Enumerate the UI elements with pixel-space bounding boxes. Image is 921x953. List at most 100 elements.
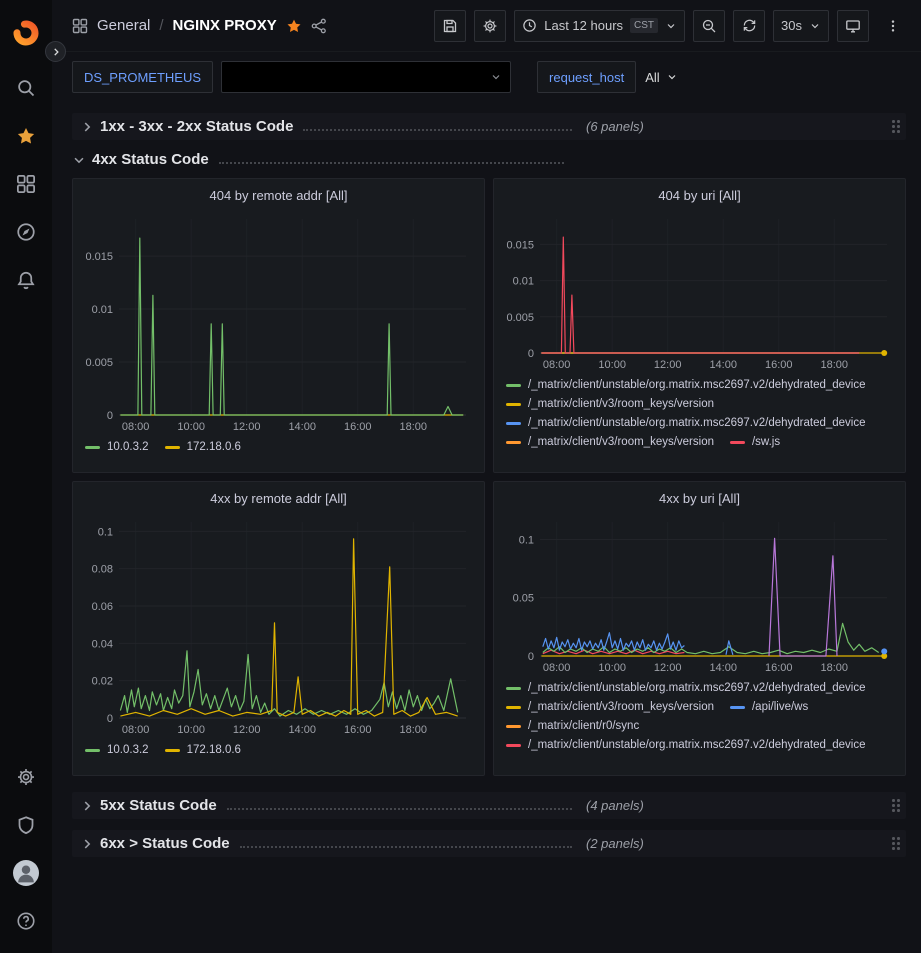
- row-6xx[interactable]: 6xx > Status Code (2 panels): [72, 830, 906, 857]
- svg-text:10:00: 10:00: [598, 662, 626, 674]
- sidebar-item-dashboards[interactable]: [6, 164, 46, 204]
- legend-label: /_matrix/client/v3/room_keys/version: [528, 436, 714, 448]
- legend-item[interactable]: /_matrix/client/unstable/org.matrix.msc2…: [506, 417, 866, 429]
- panel-4xx-by-remote-addr: 4xx by remote addr [All] 08:0010:0012:00…: [72, 481, 485, 776]
- legend-item[interactable]: 10.0.3.2: [85, 441, 149, 453]
- refresh-icon: [742, 18, 757, 33]
- row-lead: 4xx Status Code: [72, 151, 564, 168]
- panel-title[interactable]: 404 by uri [All]: [494, 179, 905, 211]
- more-options-button[interactable]: [877, 10, 909, 42]
- svg-text:16:00: 16:00: [765, 359, 793, 371]
- datasource-variable-label[interactable]: DS_PROMETHEUS: [72, 61, 213, 93]
- svg-text:10:00: 10:00: [177, 724, 205, 736]
- panel-body: 08:0010:0012:0014:0016:0018:0000.020.040…: [73, 514, 484, 775]
- legend-item[interactable]: /_matrix/client/v3/room_keys/version: [506, 701, 714, 713]
- grafana-logo-icon: [11, 17, 41, 47]
- chevron-down-icon: [490, 71, 502, 83]
- legend-item[interactable]: /_matrix/client/v3/room_keys/version: [506, 398, 714, 410]
- panel-404-by-remote-addr: 404 by remote addr [All] 08:0010:0012:00…: [72, 178, 485, 473]
- panel-title[interactable]: 4xx by remote addr [All]: [73, 482, 484, 514]
- datasource-variable-select[interactable]: [221, 61, 511, 93]
- zoom-out-time-button[interactable]: [693, 10, 725, 42]
- panel-title[interactable]: 4xx by uri [All]: [494, 482, 905, 514]
- share-icon: [311, 18, 327, 34]
- legend-swatch: [165, 749, 180, 752]
- sidebar-item-starred[interactable]: [6, 116, 46, 156]
- chevron-down-icon: [809, 20, 821, 32]
- sidebar-item-configuration[interactable]: [6, 757, 46, 797]
- row-panel-count: (6 panels): [586, 119, 644, 134]
- refresh-button[interactable]: [733, 10, 765, 42]
- legend-label: /_matrix/client/unstable/org.matrix.msc2…: [528, 417, 866, 429]
- sidebar-item-alerting[interactable]: [6, 260, 46, 300]
- legend-item[interactable]: /_matrix/client/unstable/org.matrix.msc2…: [506, 682, 866, 694]
- legend-item[interactable]: /api/live/ws: [730, 701, 808, 713]
- tv-cycle-view-button[interactable]: [837, 10, 869, 42]
- panel-title[interactable]: 404 by remote addr [All]: [73, 179, 484, 211]
- favorite-star-button[interactable]: [286, 18, 302, 34]
- time-series-chart[interactable]: 08:0010:0012:0014:0016:0018:0000.020.040…: [81, 514, 476, 736]
- request-host-label[interactable]: request_host: [537, 61, 636, 93]
- save-floppy-icon: [442, 18, 458, 34]
- svg-text:14:00: 14:00: [709, 662, 737, 674]
- breadcrumb-folder[interactable]: General: [97, 17, 150, 34]
- legend-item[interactable]: /sw.js: [730, 436, 780, 448]
- row-5xx[interactable]: 5xx Status Code (4 panels): [72, 792, 906, 819]
- row-dotted-filler: [303, 129, 572, 131]
- time-range-picker[interactable]: Last 12 hours CST: [514, 10, 685, 42]
- chart-legend: /_matrix/client/unstable/org.matrix.msc2…: [502, 674, 897, 755]
- help-question-icon: [16, 911, 36, 931]
- row-drag-handle[interactable]: [892, 799, 900, 813]
- sidebar: [0, 0, 52, 953]
- legend-item[interactable]: 172.18.0.6: [165, 744, 241, 756]
- legend-swatch: [506, 706, 521, 709]
- svg-text:0.005: 0.005: [85, 357, 113, 369]
- legend-swatch: [506, 441, 521, 444]
- legend-item[interactable]: /_matrix/client/r0/sync: [506, 720, 639, 732]
- svg-text:0: 0: [107, 713, 113, 725]
- time-series-chart[interactable]: 08:0010:0012:0014:0016:0018:0000.050.1: [502, 514, 897, 674]
- legend-item[interactable]: /_matrix/client/unstable/org.matrix.msc2…: [506, 379, 866, 391]
- menu-expand-button[interactable]: [45, 41, 66, 62]
- share-dashboard-button[interactable]: [311, 18, 327, 34]
- time-series-chart[interactable]: 08:0010:0012:0014:0016:0018:0000.0050.01…: [81, 211, 476, 433]
- main-area: General / NGINX PROXY: [52, 0, 921, 953]
- sidebar-item-help[interactable]: [6, 901, 46, 941]
- svg-text:08:00: 08:00: [543, 662, 571, 674]
- legend-item[interactable]: /_matrix/client/unstable/org.matrix.msc2…: [506, 739, 866, 751]
- sidebar-item-profile[interactable]: [6, 853, 46, 893]
- row-title: 6xx > Status Code: [100, 835, 230, 852]
- legend-item[interactable]: 10.0.3.2: [85, 744, 149, 756]
- request-host-value-select[interactable]: All: [636, 61, 686, 93]
- save-dashboard-button[interactable]: [434, 10, 466, 42]
- star-icon: [16, 126, 36, 146]
- dashboard-settings-button[interactable]: [474, 10, 506, 42]
- sidebar-item-explore[interactable]: [6, 212, 46, 252]
- row-drag-handle[interactable]: [892, 837, 900, 851]
- row-title: 1xx - 3xx - 2xx Status Code: [100, 118, 293, 135]
- legend-label: /_matrix/client/v3/room_keys/version: [528, 701, 714, 713]
- legend-item[interactable]: 172.18.0.6: [165, 441, 241, 453]
- sidebar-item-search[interactable]: [6, 68, 46, 108]
- row-drag-handle[interactable]: [892, 120, 900, 134]
- svg-text:10:00: 10:00: [177, 421, 205, 433]
- panel-body: 08:0010:0012:0014:0016:0018:0000.0050.01…: [73, 211, 484, 472]
- refresh-interval-picker[interactable]: 30s: [773, 10, 829, 42]
- row-4xx[interactable]: 4xx Status Code: [72, 151, 906, 168]
- time-series-chart[interactable]: 08:0010:0012:0014:0016:0018:0000.0050.01…: [502, 211, 897, 371]
- sidebar-item-server-admin[interactable]: [6, 805, 46, 845]
- row-1xx-3xx-2xx[interactable]: 1xx - 3xx - 2xx Status Code (6 panels): [72, 113, 906, 140]
- svg-text:0.08: 0.08: [92, 564, 113, 576]
- legend-item[interactable]: /_matrix/client/v3/room_keys/version: [506, 436, 714, 448]
- svg-text:16:00: 16:00: [344, 724, 372, 736]
- svg-text:12:00: 12:00: [654, 662, 682, 674]
- svg-text:16:00: 16:00: [765, 662, 793, 674]
- legend-label: 10.0.3.2: [107, 441, 149, 453]
- legend-swatch: [506, 744, 521, 747]
- dashboard-title[interactable]: NGINX PROXY: [173, 17, 277, 34]
- svg-text:08:00: 08:00: [122, 421, 150, 433]
- svg-text:14:00: 14:00: [709, 359, 737, 371]
- dashboard-topbar: General / NGINX PROXY: [52, 0, 921, 52]
- svg-text:0.015: 0.015: [85, 251, 113, 263]
- grafana-logo[interactable]: [6, 12, 46, 52]
